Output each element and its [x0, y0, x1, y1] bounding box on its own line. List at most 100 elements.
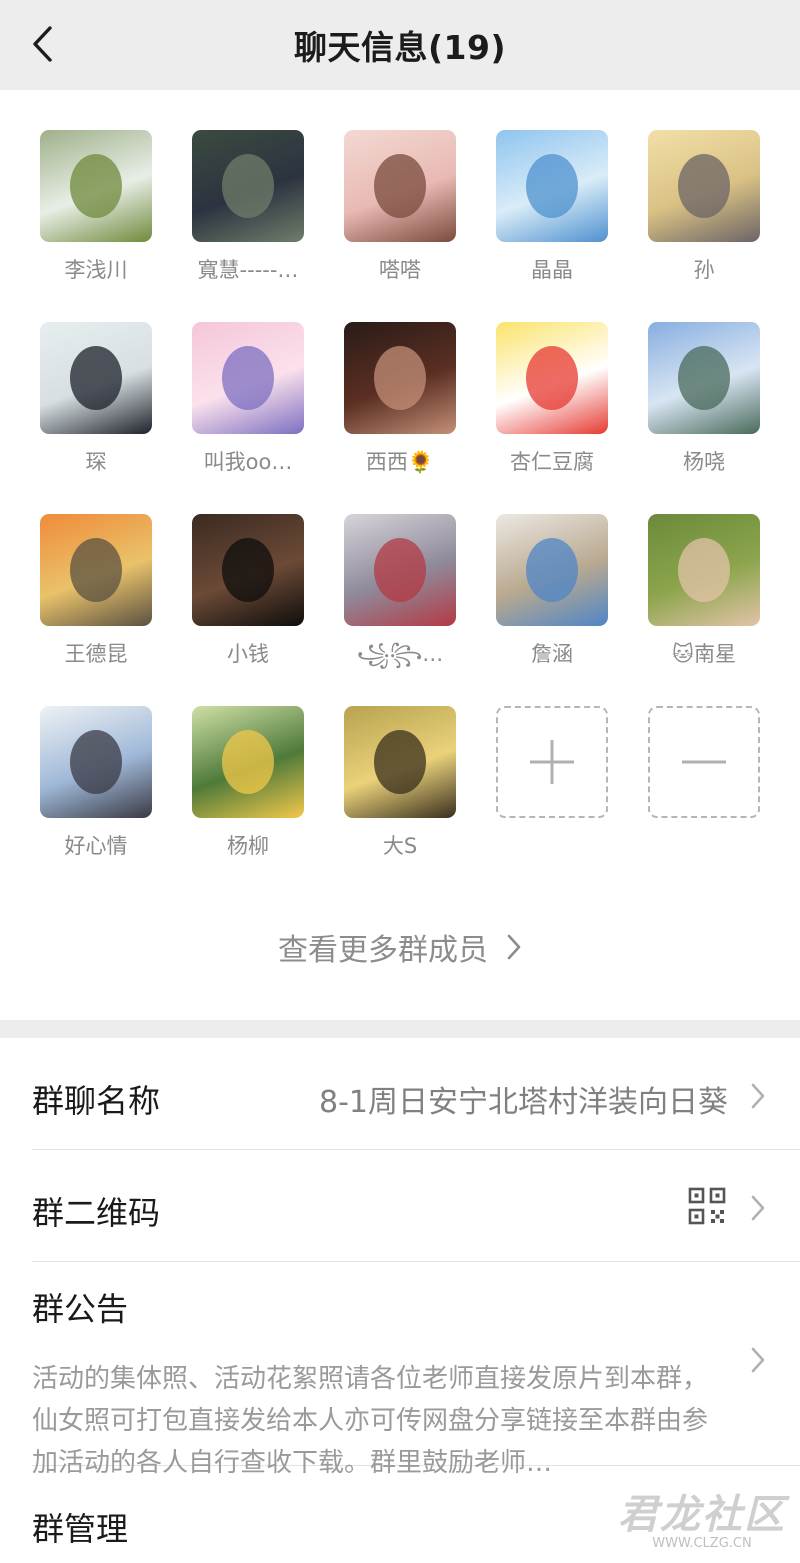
avatar[interactable]: [40, 130, 152, 242]
settings-section: 群聊名称 8-1周日安宁北塔村洋装向日葵 群二维码 群公告 活动的集体照、活动花…: [0, 1038, 800, 1563]
group-name-row[interactable]: 群聊名称 8-1周日安宁北塔村洋装向日葵: [32, 1038, 800, 1150]
member-item[interactable]: 晶晶: [496, 130, 608, 300]
avatar-figure: [678, 538, 730, 602]
member-item[interactable]: 🐱南星: [648, 514, 760, 684]
member-name: 王德昆: [64, 642, 128, 666]
plus-icon: [530, 740, 574, 784]
remove-member-box[interactable]: [648, 706, 760, 818]
chevron-right-icon: [751, 1195, 765, 1221]
member-name: 琛: [85, 450, 107, 474]
member-name: ꧁꧂…: [356, 642, 444, 666]
avatar[interactable]: [344, 706, 456, 818]
qr-code-label: 群二维码: [32, 1194, 161, 1232]
avatar[interactable]: [192, 130, 304, 242]
avatar[interactable]: [344, 322, 456, 434]
avatar-image: [40, 130, 152, 242]
avatar[interactable]: [344, 514, 456, 626]
avatar-figure: [374, 346, 426, 410]
more-members-label: 查看更多群成员: [278, 933, 488, 968]
avatar-figure: [70, 730, 122, 794]
avatar-image: [192, 322, 304, 434]
page-title: 聊天信息(19): [293, 28, 507, 67]
member-item[interactable]: 王德昆: [40, 514, 152, 684]
group-name-value: 8-1周日安宁北塔村洋装向日葵: [319, 1085, 728, 1120]
member-name: 西西🌻: [365, 450, 435, 474]
chevron-left-icon: [33, 26, 52, 62]
add-member-button[interactable]: [496, 706, 608, 876]
avatar-figure: [70, 538, 122, 602]
avatar-figure: [70, 346, 122, 410]
member-item[interactable]: 詹涵: [496, 514, 608, 684]
member-item[interactable]: 好心情: [40, 706, 152, 876]
avatar-image: [648, 514, 760, 626]
back-button[interactable]: [22, 22, 62, 66]
group-manage-label: 群管理: [32, 1510, 129, 1548]
avatar-figure: [526, 538, 578, 602]
member-item[interactable]: 大S: [344, 706, 456, 876]
avatar[interactable]: [496, 322, 608, 434]
member-item[interactable]: 杏仁豆腐: [496, 322, 608, 492]
avatar-figure: [222, 346, 274, 410]
avatar-figure: [526, 346, 578, 410]
member-name: 寬慧-----…: [197, 258, 299, 282]
member-name: 杏仁豆腐: [510, 450, 594, 474]
member-item[interactable]: 西西🌻: [344, 322, 456, 492]
avatar[interactable]: [40, 514, 152, 626]
watermark: 君龙社区 WWW.CLZG.CN: [618, 1482, 786, 1551]
member-name: 孙: [693, 258, 715, 282]
member-item[interactable]: 李浅川: [40, 130, 152, 300]
avatar-image: [192, 130, 304, 242]
member-name: 小钱: [227, 642, 269, 666]
top-bar: 聊天信息(19): [0, 0, 800, 90]
avatar-image: [496, 130, 608, 242]
avatar[interactable]: [40, 706, 152, 818]
add-member-box[interactable]: [496, 706, 608, 818]
avatar[interactable]: [344, 130, 456, 242]
member-name: 叫我oo…: [203, 450, 293, 474]
avatar[interactable]: [192, 706, 304, 818]
member-item[interactable]: 小钱: [192, 514, 304, 684]
member-item[interactable]: 嗒嗒: [344, 130, 456, 300]
qr-code-row[interactable]: 群二维码: [32, 1150, 800, 1262]
avatar-image: [496, 322, 608, 434]
member-name: 好心情: [64, 834, 128, 858]
member-name: 嗒嗒: [379, 258, 421, 282]
avatar-image: [496, 514, 608, 626]
avatar[interactable]: [496, 514, 608, 626]
more-members-link[interactable]: 查看更多群成员: [0, 925, 800, 969]
avatar[interactable]: [40, 322, 152, 434]
notice-label: 群公告: [32, 1290, 129, 1328]
avatar[interactable]: [192, 322, 304, 434]
minus-icon: [682, 760, 726, 764]
member-item[interactable]: 杨柳: [192, 706, 304, 876]
avatar-figure: [374, 154, 426, 218]
member-item[interactable]: 叫我oo…: [192, 322, 304, 492]
avatar[interactable]: [496, 130, 608, 242]
member-item[interactable]: ꧁꧂…: [344, 514, 456, 684]
avatar-image: [344, 514, 456, 626]
member-item[interactable]: 寬慧-----…: [192, 130, 304, 300]
qr-code-icon: [688, 1187, 726, 1225]
member-name: 詹涵: [531, 642, 573, 666]
member-item[interactable]: 孙: [648, 130, 760, 300]
chevron-right-icon: [507, 934, 521, 960]
member-name: 杨哓: [683, 450, 725, 474]
notice-row[interactable]: 群公告 活动的集体照、活动花絮照请各位老师直接发原片到本群，仙女照可打包直接发给…: [32, 1262, 800, 1478]
avatar[interactable]: [648, 130, 760, 242]
member-item[interactable]: 琛: [40, 322, 152, 492]
avatar-figure: [70, 154, 122, 218]
avatar-figure: [222, 730, 274, 794]
member-item[interactable]: 杨哓: [648, 322, 760, 492]
avatar[interactable]: [648, 322, 760, 434]
remove-member-button[interactable]: [648, 706, 760, 876]
avatar-figure: [526, 154, 578, 218]
avatar-image: [40, 706, 152, 818]
watermark-logo-text: 君龙社区: [618, 1491, 786, 1538]
avatar[interactable]: [648, 514, 760, 626]
members-section: 李浅川 寬慧-----… 嗒嗒 晶晶 孙琛 叫我oo… 西西🌻 杏仁豆腐 杨哓王德昆 小钱 ꧁꧂… 詹…: [0, 90, 800, 1020]
chevron-right-icon: [751, 1083, 765, 1109]
avatar[interactable]: [192, 514, 304, 626]
avatar-figure: [678, 154, 730, 218]
member-name: 🐱南星: [672, 642, 736, 666]
avatar-figure: [374, 730, 426, 794]
